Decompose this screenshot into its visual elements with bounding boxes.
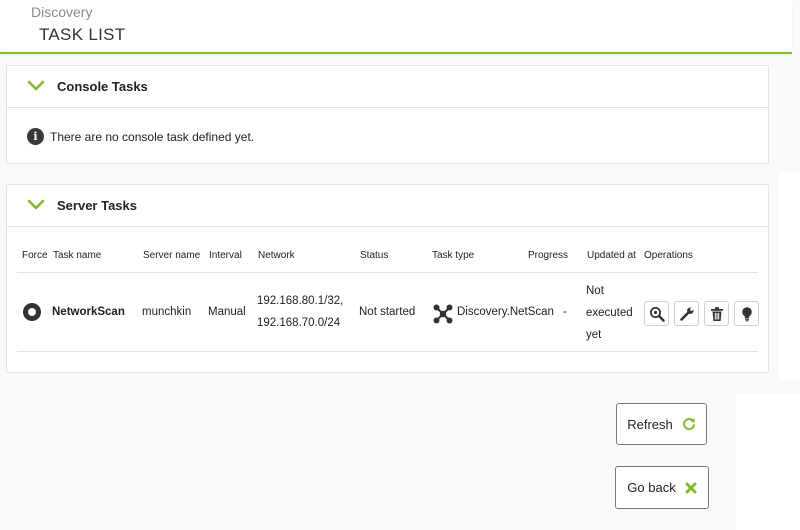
breadcrumb[interactable]: Discovery [31, 4, 92, 20]
console-empty-message: i There are no console task defined yet. [27, 128, 254, 145]
go-back-label: Go back [627, 480, 676, 495]
network-line-1: 192.168.80.1/32, [257, 295, 344, 307]
refresh-button[interactable]: Refresh [616, 403, 707, 445]
console-tasks-panel: Console Tasks i There are no console tas… [6, 65, 769, 164]
info-icon: i [27, 128, 44, 145]
chevron-down-icon[interactable] [27, 80, 45, 92]
server-name: munchkin [142, 306, 192, 318]
server-tasks-header[interactable]: Server Tasks [7, 185, 768, 227]
interval: Manual [208, 306, 246, 318]
col-status[interactable]: Status [360, 250, 388, 261]
trash-icon [710, 306, 723, 321]
delete-task-button[interactable] [704, 301, 729, 326]
table-row-divider [17, 351, 758, 352]
netscan-icon [432, 303, 454, 325]
status: Not started [359, 306, 416, 318]
side-strip [779, 172, 800, 380]
table-header-divider [17, 272, 758, 273]
refresh-label: Refresh [627, 416, 673, 432]
col-task-name[interactable]: Task name [53, 250, 101, 261]
run-task-button[interactable] [734, 301, 759, 326]
col-progress[interactable]: Progress [528, 250, 568, 261]
network-line-2: 192.168.70.0/24 [257, 317, 341, 329]
col-force: Force [22, 250, 48, 261]
server-tasks-title: Server Tasks [57, 198, 137, 213]
go-back-button[interactable]: Go back [615, 466, 709, 509]
task-type: Discovery.NetScan [457, 306, 554, 318]
lightbulb-icon [741, 306, 752, 321]
server-tasks-panel: Server Tasks Force Task name Server name… [6, 184, 769, 373]
chevron-down-icon[interactable] [27, 199, 45, 211]
magnifier-icon [649, 306, 665, 322]
view-results-button[interactable] [644, 301, 669, 326]
side-strip [736, 394, 800, 530]
edit-task-button[interactable] [674, 301, 699, 326]
page-title: TASK LIST [39, 25, 126, 44]
network: 192.168.80.1/32, 192.168.70.0/24 [257, 290, 343, 334]
progress: - [563, 306, 567, 318]
wrench-icon [679, 307, 693, 321]
console-empty-text: There are no console task defined yet. [50, 129, 255, 144]
updated-line-3: yet [586, 329, 602, 341]
force-radio[interactable] [23, 303, 41, 321]
updated-line-2: executed [586, 307, 633, 319]
console-tasks-title: Console Tasks [57, 79, 148, 94]
col-updated-at[interactable]: Updated at [587, 250, 636, 261]
task-name[interactable]: NetworkScan [52, 306, 125, 318]
col-operations: Operations [644, 250, 693, 261]
updated-line-1: Not [586, 285, 604, 297]
updated-at: Not executed yet [586, 280, 633, 346]
page-header: Discovery TASK LIST [0, 0, 792, 54]
console-tasks-header[interactable]: Console Tasks [7, 66, 768, 108]
close-icon [685, 482, 697, 493]
col-task-type[interactable]: Task type [432, 250, 474, 261]
col-server-name[interactable]: Server name [143, 250, 200, 261]
col-interval[interactable]: Interval [209, 250, 242, 261]
refresh-icon [682, 418, 695, 431]
col-network[interactable]: Network [258, 250, 295, 261]
